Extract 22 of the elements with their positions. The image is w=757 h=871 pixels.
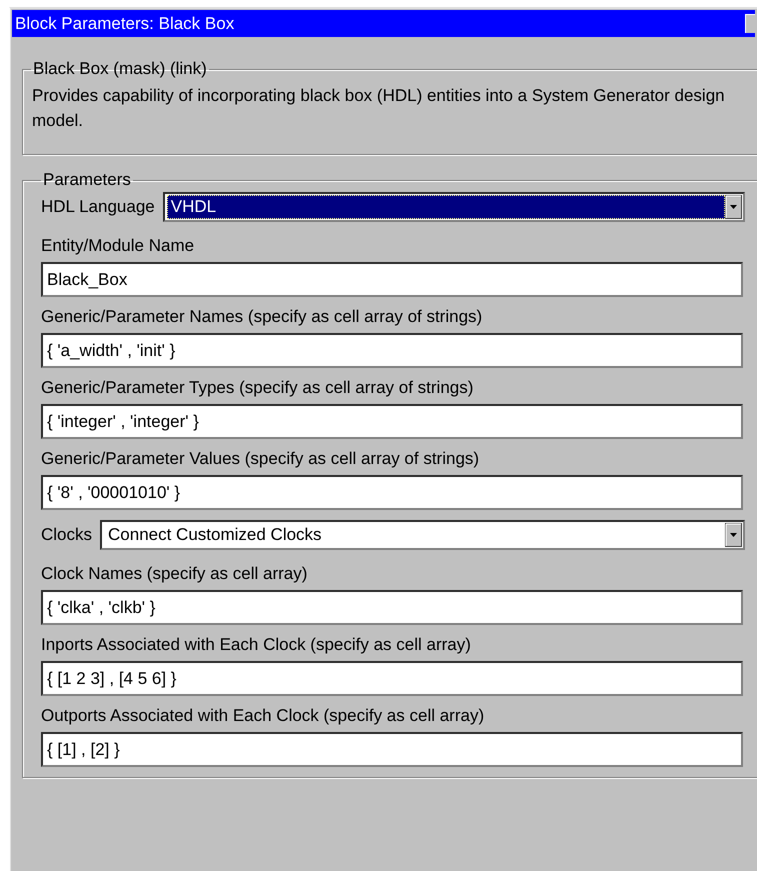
group-title: Black Box (mask) (link) [32,59,208,79]
input-field[interactable]: { 'clka' , 'clkb' } [41,590,743,625]
field-label: Generic/Parameter Values (specify as cell array of strings) [41,449,480,469]
field-label: Entity/Module Name [41,236,194,256]
field-label: Outports Associated with Each Clock (specify as cell array) [41,706,484,726]
input-field[interactable]: Black_Box [41,262,743,297]
field-label: Generic/Parameter Types (specify as cell array of strings) [41,378,474,398]
field-label: HDL Language [41,197,155,217]
field-label: Clocks [41,525,92,545]
input-field[interactable]: { 'a_width' , 'init' } [41,333,743,368]
field-label: Inports Associated with Each Clock (specify as cell array) [41,635,471,655]
dropdown[interactable]: VHDL [162,192,745,222]
group-title: Parameters [42,170,132,190]
input-field[interactable]: { '8' , '00001010' } [41,475,743,510]
window-title: Block Parameters: Black Box [15,14,234,34]
input-field[interactable]: { 'integer' , 'integer' } [41,404,743,439]
input-field[interactable]: { [1 2 3] , [4 5 6] } [41,661,743,696]
dropdown[interactable]: Connect Customized Clocks [100,520,745,550]
field-label: Clock Names (specify as cell array) [41,564,308,584]
description-text: Provides capability of incorporating black box (HDL) entities into a System Generator design model. [32,85,726,132]
input-field[interactable]: { [1] , [2] } [41,732,743,767]
field-label: Generic/Parameter Names (specify as cell array of strings) [41,307,482,327]
